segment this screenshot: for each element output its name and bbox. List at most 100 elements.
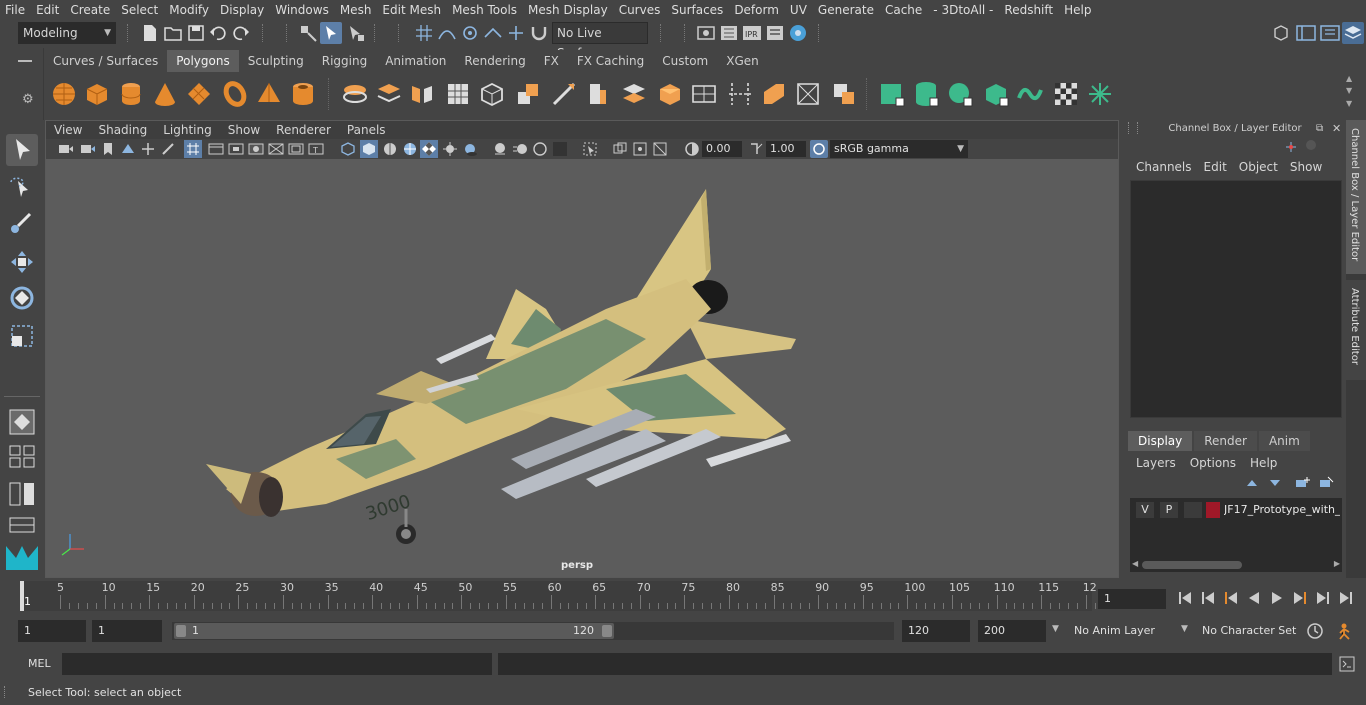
animation-start-field[interactable]: 1 — [18, 620, 86, 642]
render-view-icon[interactable] — [696, 23, 716, 43]
layer-color-swatch[interactable] — [1206, 502, 1220, 518]
viewport-menu-lighting[interactable]: Lighting — [155, 121, 220, 139]
layout-outliner-button[interactable] — [6, 516, 38, 536]
go-to-end-icon[interactable] — [1337, 589, 1355, 607]
grid-toggle[interactable] — [184, 140, 202, 158]
viewport-menu-renderer[interactable]: Renderer — [268, 121, 339, 139]
shelf-tab-polygons[interactable]: Polygons — [167, 50, 239, 72]
viewport-menu-shading[interactable]: Shading — [90, 121, 155, 139]
xray-icon[interactable] — [612, 141, 628, 157]
snap-live-icon[interactable] — [506, 23, 526, 43]
remesh-icon[interactable] — [478, 80, 506, 108]
time-slider-bar[interactable]: 5 10 15 20 25 30 35 40 45 50 55 60 65 70 75 80 85 90 95 100… — [20, 581, 1123, 611]
poly-torus-icon[interactable] — [221, 80, 249, 108]
playback-start-field[interactable]: 1 — [92, 620, 162, 642]
menu-deform[interactable]: Deform — [729, 3, 785, 17]
chevron-down-icon[interactable]: ▼ — [1181, 624, 1188, 634]
boolean-icon[interactable] — [830, 80, 858, 108]
insert-edge-loop-icon[interactable] — [726, 80, 754, 108]
uv-editor-icon[interactable] — [1016, 80, 1044, 108]
grease-pencil-icon[interactable] — [160, 141, 176, 157]
shelf-tab-sculpting[interactable]: Sculpting — [238, 50, 313, 72]
shelf-tab-fx[interactable]: FX — [534, 50, 568, 72]
layer-tab-display[interactable]: Display — [1128, 431, 1193, 451]
poly-cone-icon[interactable] — [151, 80, 179, 108]
aircraft-model[interactable]: 3000 — [46, 159, 1118, 577]
scroll-left-icon[interactable]: ◀ — [1132, 559, 1138, 568]
layout-two-button[interactable] — [6, 480, 38, 508]
channel-box-toggle[interactable] — [1342, 22, 1364, 44]
snap-curve-icon[interactable] — [437, 23, 457, 43]
shelf-tab-custom[interactable]: Custom — [653, 50, 718, 72]
move-layer-down-icon[interactable] — [1267, 476, 1283, 490]
menu-mesh[interactable]: Mesh — [335, 3, 378, 17]
step-back-frame-icon[interactable] — [1222, 589, 1240, 607]
channel-box-area[interactable] — [1130, 180, 1342, 418]
shelf-tab-xgen[interactable]: XGen — [717, 50, 768, 72]
script-editor-icon[interactable] — [1338, 655, 1356, 673]
smooth-icon[interactable] — [444, 80, 472, 108]
auto-key-icon[interactable] — [1306, 622, 1324, 640]
menu-select[interactable]: Select — [116, 3, 164, 17]
open-scene-icon[interactable] — [164, 24, 182, 42]
step-forward-key-icon[interactable] — [1314, 589, 1332, 607]
range-slider-thumb[interactable]: 1 120 — [174, 623, 614, 639]
menu-create[interactable]: Create — [65, 3, 116, 17]
shadows-icon[interactable] — [462, 141, 478, 157]
menu-edit[interactable]: Edit — [31, 3, 65, 17]
screen-space-ao-icon[interactable] — [492, 141, 508, 157]
menu-cache[interactable]: Cache — [880, 3, 928, 17]
toggle-panels-icon[interactable] — [1296, 23, 1316, 43]
channel-box-axis-icon[interactable] — [1284, 140, 1298, 154]
step-back-key-icon[interactable] — [1199, 589, 1217, 607]
shelf-tab-fx-caching[interactable]: FX Caching — [567, 50, 654, 72]
select-component-icon[interactable] — [346, 23, 366, 43]
character-set-dropdown[interactable]: No Character Set — [1196, 620, 1298, 642]
shelf-menu-icon[interactable] — [18, 60, 32, 62]
append-polygon-icon[interactable] — [690, 80, 718, 108]
gamma-field[interactable]: 1.00 — [766, 141, 806, 157]
select-tool[interactable] — [6, 134, 38, 166]
layer-scrollbar[interactable]: ◀ ▶ — [1132, 559, 1340, 570]
layer-menu-options[interactable]: Options — [1190, 456, 1250, 470]
menu-mesh-tools[interactable]: Mesh Tools — [447, 3, 523, 17]
multi-cut-icon[interactable] — [550, 80, 578, 108]
channel-box-side-tab[interactable]: Channel Box / Layer Editor — [1346, 120, 1366, 274]
new-layer-selected-icon[interactable] — [1318, 476, 1334, 490]
extrude-icon[interactable] — [514, 80, 542, 108]
image-plane-icon[interactable] — [120, 141, 136, 157]
motion-blur-icon[interactable] — [512, 141, 528, 157]
gate-mask-icon[interactable] — [248, 141, 264, 157]
menu-display[interactable]: Display — [215, 3, 270, 17]
layer-scroll-thumb[interactable] — [1142, 561, 1242, 569]
workspace-icon[interactable] — [1272, 24, 1290, 42]
script-type-label[interactable]: MEL — [28, 657, 51, 670]
snap-grid-icon[interactable] — [414, 23, 434, 43]
3d-viewport[interactable]: 3000 persp — [46, 159, 1118, 577]
2d-pan-zoom-icon[interactable] — [140, 141, 156, 157]
paint-select-tool[interactable] — [6, 208, 38, 240]
default-material-icon[interactable] — [382, 141, 398, 157]
range-handle-left[interactable] — [176, 625, 186, 637]
poly-pyramid-icon[interactable] — [255, 80, 283, 108]
range-slider-track[interactable]: 1 120 — [172, 622, 894, 640]
channel-box-menu-edit[interactable]: Edit — [1200, 160, 1235, 174]
wireframe-on-shaded-icon[interactable] — [402, 141, 418, 157]
shelf-tab-animation[interactable]: Animation — [376, 50, 456, 72]
bridge-icon[interactable] — [620, 80, 648, 108]
bookmark-icon[interactable] — [100, 141, 116, 157]
unfold-icon[interactable] — [1086, 80, 1114, 108]
layer-menu-layers[interactable]: Layers — [1136, 456, 1190, 470]
step-forward-frame-icon[interactable] — [1291, 589, 1309, 607]
redo-icon[interactable] — [232, 24, 250, 42]
xray-joints-icon[interactable] — [632, 141, 648, 157]
menu-edit-mesh[interactable]: Edit Mesh — [377, 3, 447, 17]
gear-icon[interactable]: ⚙ — [22, 92, 34, 107]
mode-dropdown[interactable]: Modeling ▼ — [18, 22, 116, 44]
select-object-mode[interactable] — [320, 22, 342, 44]
layer-menu-help[interactable]: Help — [1250, 456, 1291, 470]
menu-help[interactable]: Help — [1059, 3, 1097, 17]
range-handle-right[interactable] — [602, 625, 612, 637]
wireframe-icon[interactable] — [340, 141, 356, 157]
magnet-icon[interactable] — [529, 23, 549, 43]
